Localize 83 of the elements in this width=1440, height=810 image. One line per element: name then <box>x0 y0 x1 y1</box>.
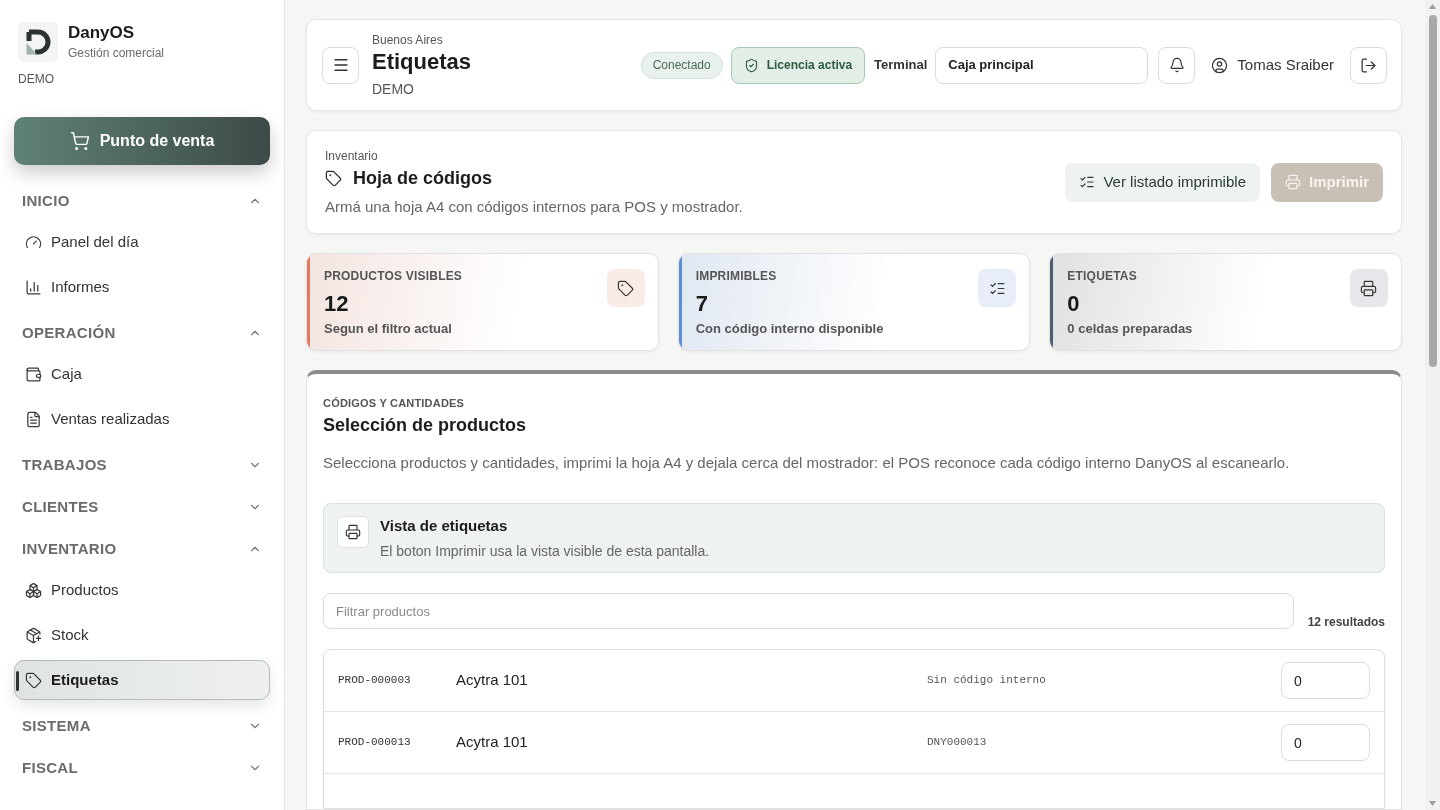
cart-icon <box>69 131 90 151</box>
filter-input[interactable]: Filtrar productos <box>323 593 1294 629</box>
checklist-icon <box>1079 174 1096 190</box>
stat-value: 12 <box>324 292 350 316</box>
section-title: Hoja de códigos <box>353 167 493 190</box>
location-label: Buenos Aires <box>372 31 444 48</box>
nav-section-toggle[interactable]: OPERACIÓN <box>14 312 270 354</box>
package-plus-icon <box>25 626 42 644</box>
gauge-icon <box>25 233 42 251</box>
stat-value: 0 <box>1067 292 1081 316</box>
result-count: 12 resultados <box>1307 614 1385 630</box>
bell-icon <box>1168 57 1185 73</box>
nav-section-toggle[interactable]: SISTEMA <box>14 705 270 747</box>
menu-button[interactable] <box>322 46 359 84</box>
terminal-select[interactable]: Caja principal <box>935 46 1149 84</box>
logout-button[interactable] <box>1350 46 1387 84</box>
document-icon <box>25 410 42 428</box>
tag-icon <box>325 169 342 187</box>
tag-icon <box>25 671 42 689</box>
scrollbar-thumb[interactable] <box>1428 15 1437 367</box>
boxes-icon <box>25 581 42 599</box>
section-title: Selección de productos <box>323 414 528 437</box>
user-icon <box>1211 56 1229 74</box>
license-status-badge: Licencia activa <box>730 46 866 84</box>
shield-check-icon <box>743 57 759 73</box>
section-description: Armá una hoja A4 con códigos internos para POS y mostrador. <box>325 197 743 217</box>
nav-item[interactable]: Informes <box>14 267 270 307</box>
nav-section-toggle[interactable]: INICIO <box>14 180 270 222</box>
nav-section-toggle[interactable]: CLIENTES <box>14 486 270 528</box>
logo-icon <box>18 22 58 62</box>
checklist-icon <box>978 269 1017 307</box>
page-title: Etiquetas <box>372 47 472 76</box>
brand-name: DanyOS <box>68 22 136 44</box>
menu-icon <box>331 56 350 74</box>
breadcrumb: Inventario <box>325 148 379 164</box>
nav-item[interactable]: Productos <box>14 570 270 610</box>
nav-item[interactable]: Ventas realizadas <box>14 399 270 439</box>
tag-icon <box>606 269 645 307</box>
nav-section-toggle[interactable]: INVENTARIO <box>14 528 270 570</box>
nav-item[interactable]: Panel del día <box>14 222 270 262</box>
active-indicator <box>16 671 19 691</box>
nav-item[interactable]: Stock <box>14 615 270 655</box>
stat-label: PRODUCTOS VISIBLES <box>324 268 463 284</box>
printable-list-button[interactable]: Ver listado imprimible <box>1065 162 1260 202</box>
logout-icon <box>1360 56 1377 74</box>
stat-caption: Segun el filtro actual <box>324 321 453 337</box>
internal-code: Sin código interno <box>927 673 1046 689</box>
product-code: PROD-000013 <box>338 735 411 751</box>
nav-section-toggle[interactable]: FISCAL <box>14 747 270 789</box>
stat-label: ETIQUETAS <box>1067 268 1138 284</box>
product-name: Acytra 101 <box>456 732 528 753</box>
scroll-down-icon[interactable] <box>1429 801 1436 806</box>
nav-section-toggle[interactable]: TRABAJOS <box>14 444 270 486</box>
internal-code: DNY000013 <box>927 735 987 751</box>
terminal-label: Terminal <box>874 56 928 75</box>
scroll-up-icon[interactable] <box>1429 4 1436 9</box>
pos-button[interactable]: Punto de venta <box>14 117 270 165</box>
connection-status-pill: Conectado <box>640 51 723 79</box>
section-eyebrow: CÓDIGOS Y CANTIDADES <box>323 396 466 411</box>
user-menu-button[interactable]: Tomas Sraiber <box>1211 53 1334 77</box>
nav-item[interactable]: Caja <box>14 354 270 394</box>
notifications-button[interactable] <box>1158 46 1196 84</box>
printer-icon <box>1350 269 1388 307</box>
brand-subtitle: Gestión comercial <box>68 45 165 61</box>
scrollbar[interactable] <box>1425 0 1440 810</box>
nav-item[interactable]: Etiquetas <box>14 660 270 700</box>
stat-caption: Con código interno disponible <box>695 321 884 337</box>
product-code: PROD-000003 <box>338 673 411 689</box>
environment-label: DEMO <box>18 71 54 87</box>
environment-label: DEMO <box>372 79 415 99</box>
product-name: Acytra 101 <box>456 670 528 691</box>
wallet-icon <box>25 365 42 383</box>
bar-chart-icon <box>25 278 42 296</box>
quantity-input[interactable]: 0 <box>1281 724 1370 761</box>
printer-icon <box>1285 174 1301 190</box>
stat-caption: 0 celdas preparadas <box>1067 321 1193 337</box>
section-description: Selecciona productos y cantidades, imprimi la hoja A4 y dejala cerca del mostrador: el POS reconoce cada código interno DanyOS al escanearlo. <box>323 453 1291 473</box>
notice-title: Vista de etiquetas <box>380 516 509 536</box>
printer-icon <box>337 516 369 548</box>
stat-value: 7 <box>695 292 709 316</box>
stat-label: IMPRIMIBLES <box>695 268 778 284</box>
notice-text: El boton Imprimir usa la vista visible de esta pantalla. <box>380 542 710 561</box>
quantity-input[interactable]: 0 <box>1281 662 1370 699</box>
